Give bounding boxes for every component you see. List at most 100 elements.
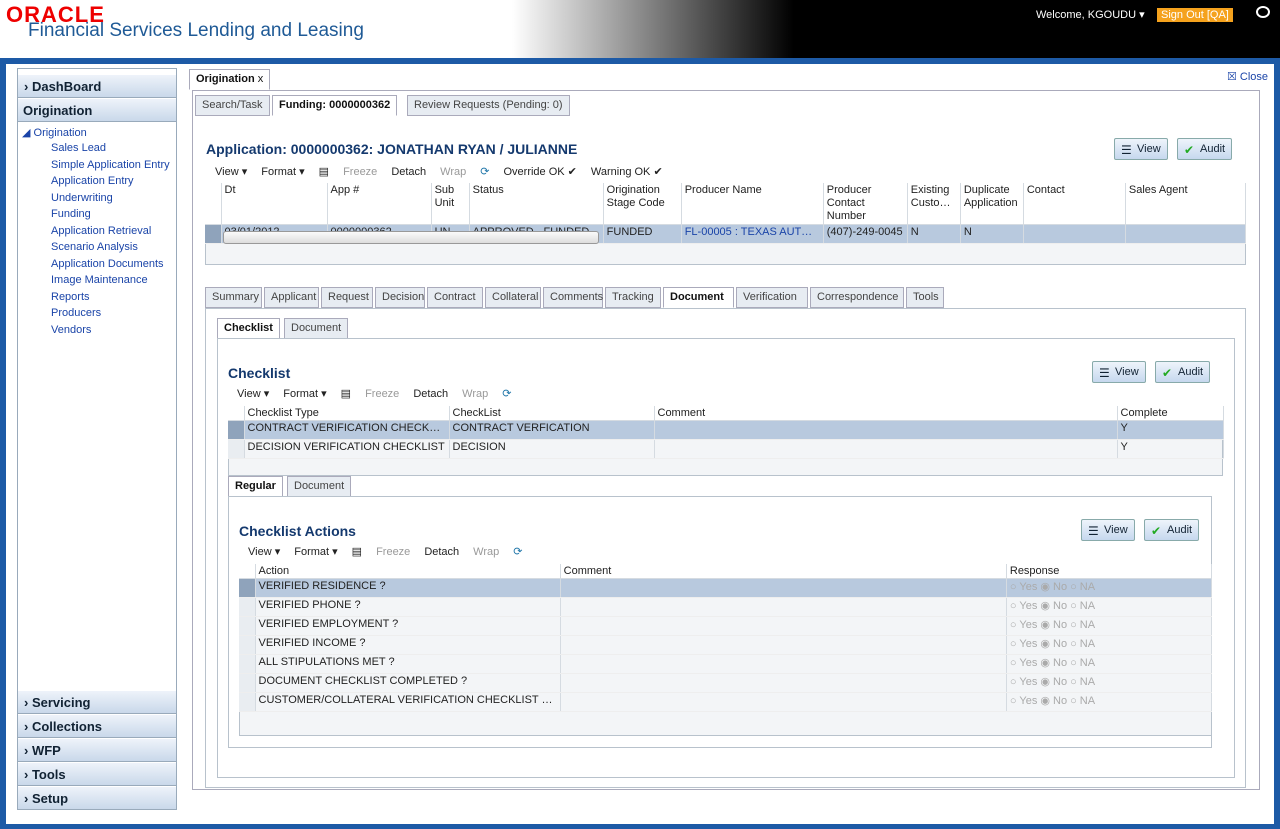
view-menu[interactable]: View ▾ xyxy=(248,546,280,558)
horizontal-scrollbar[interactable] xyxy=(223,231,599,244)
row-header[interactable] xyxy=(239,692,256,712)
column-header[interactable]: Complete xyxy=(1117,406,1224,421)
response-radio-na[interactable]: ○ NA xyxy=(1070,657,1095,669)
response-radio-na[interactable]: ○ NA xyxy=(1070,581,1095,593)
tab-applicant[interactable]: Applicant xyxy=(264,287,319,308)
row-header[interactable] xyxy=(239,654,256,674)
response-radio-yes[interactable]: ○ Yes xyxy=(1010,638,1037,650)
sidebar-section-origination[interactable]: Origination xyxy=(18,99,176,122)
sidebar-section-dashboard[interactable]: › DashBoard xyxy=(18,75,176,98)
response-radio-yes[interactable]: ○ Yes xyxy=(1010,695,1037,707)
export-icon[interactable]: ▤ xyxy=(341,388,351,400)
tree-root-origination[interactable]: ◢ Origination xyxy=(22,126,87,139)
sidebar-item-sales-lead[interactable]: Sales Lead xyxy=(51,142,106,154)
response-radio-yes[interactable]: ○ Yes xyxy=(1010,676,1037,688)
column-header[interactable]: Producer Contact Number xyxy=(823,183,908,225)
refresh-icon[interactable]: ⟳ xyxy=(502,388,511,400)
row-header[interactable] xyxy=(228,439,245,459)
column-header[interactable]: Contact xyxy=(1023,183,1126,225)
wrap-button[interactable]: Wrap xyxy=(462,388,488,400)
view-menu[interactable]: View ▾ xyxy=(237,388,269,400)
tab-contract[interactable]: Contract xyxy=(427,287,483,308)
sidebar-item-scenario-analysis[interactable]: Scenario Analysis xyxy=(51,241,138,253)
sidebar-section-tools[interactable]: › Tools xyxy=(18,763,176,786)
sidebar-item-application-retrieval[interactable]: Application Retrieval xyxy=(51,225,151,237)
format-menu[interactable]: Format ▾ xyxy=(283,388,326,400)
format-menu[interactable]: Format ▾ xyxy=(294,546,337,558)
row-header[interactable] xyxy=(239,673,256,693)
row-header[interactable] xyxy=(239,597,256,617)
tab-request[interactable]: Request xyxy=(321,287,373,308)
detach-button[interactable]: Detach xyxy=(391,166,426,178)
response-radio-no[interactable]: ◉ No xyxy=(1040,581,1067,593)
tab-funding[interactable]: Funding: 0000000362 xyxy=(272,95,398,116)
detach-button[interactable]: Detach xyxy=(424,546,459,558)
response-radio-na[interactable]: ○ NA xyxy=(1070,638,1095,650)
table-row[interactable]: ALL STIPULATIONS MET ? ○ Yes ◉ No ○ NA xyxy=(239,654,1213,674)
tab-review-requests[interactable]: Review Requests (Pending: 0) xyxy=(407,95,570,116)
sidebar-item-image-maintenance[interactable]: Image Maintenance xyxy=(51,274,148,286)
table-row[interactable]: DECISION VERIFICATION CHECKLIST DECISION Y xyxy=(228,439,1224,459)
column-header[interactable]: Checklist Type xyxy=(244,406,450,421)
tab-action-document[interactable]: Document xyxy=(287,476,352,497)
row-header[interactable] xyxy=(205,183,222,225)
freeze-button[interactable]: Freeze xyxy=(365,388,399,400)
view-menu[interactable]: View ▾ xyxy=(215,166,247,178)
column-header[interactable]: Producer Name xyxy=(681,183,824,225)
column-header[interactable]: Origination Stage Code xyxy=(603,183,682,225)
sidebar-section-wfp[interactable]: › WFP xyxy=(18,739,176,762)
response-radio-yes[interactable]: ○ Yes xyxy=(1010,657,1037,669)
tab-search-task[interactable]: Search/Task xyxy=(195,95,270,116)
column-header[interactable]: Sub Unit xyxy=(431,183,470,225)
tab-regular[interactable]: Regular xyxy=(228,476,283,497)
checklist-audit-button[interactable]: ✔ Audit xyxy=(1155,361,1211,383)
row-header[interactable] xyxy=(239,578,256,598)
tab-origination[interactable]: Origination x xyxy=(189,69,271,90)
table-row[interactable]: VERIFIED PHONE ? ○ Yes ◉ No ○ NA xyxy=(239,597,1213,617)
column-header[interactable]: Status xyxy=(469,183,604,225)
response-radio-na[interactable]: ○ NA xyxy=(1070,676,1095,688)
sidebar-item-producers[interactable]: Producers xyxy=(51,307,101,319)
audit-button[interactable]: ✔ Audit xyxy=(1177,138,1233,160)
column-header[interactable]: App # xyxy=(327,183,432,225)
response-radio-na[interactable]: ○ NA xyxy=(1070,695,1095,707)
export-icon[interactable]: ▤ xyxy=(352,546,362,558)
response-radio-no[interactable]: ◉ No xyxy=(1040,657,1067,669)
sidebar-item-application-documents[interactable]: Application Documents xyxy=(51,258,164,270)
sidebar-item-underwriting[interactable]: Underwriting xyxy=(51,192,113,204)
table-row[interactable]: DOCUMENT CHECKLIST COMPLETED ? ○ Yes ◉ No ○… xyxy=(239,673,1213,693)
tab-collateral[interactable]: Collateral xyxy=(485,287,541,308)
row-header[interactable] xyxy=(239,616,256,636)
response-radio-yes[interactable]: ○ Yes xyxy=(1010,581,1037,593)
view-button[interactable]: ☰ View xyxy=(1114,138,1168,160)
refresh-icon[interactable]: ⟳ xyxy=(513,546,522,558)
sign-out-button[interactable]: Sign Out [QA] xyxy=(1157,8,1233,22)
row-header[interactable] xyxy=(239,635,256,655)
response-radio-no[interactable]: ◉ No xyxy=(1040,600,1067,612)
format-menu[interactable]: Format ▾ xyxy=(261,166,304,178)
sidebar-section-setup[interactable]: › Setup xyxy=(18,787,176,810)
response-radio-yes[interactable]: ○ Yes xyxy=(1010,600,1037,612)
table-row[interactable]: CUSTOMER/COLLATERAL VERIFICATION CHECKLI… xyxy=(239,692,1213,712)
export-icon[interactable]: ▤ xyxy=(319,166,329,178)
response-radio-no[interactable]: ◉ No xyxy=(1040,638,1067,650)
detach-button[interactable]: Detach xyxy=(413,388,448,400)
response-radio-no[interactable]: ◉ No xyxy=(1040,619,1067,631)
column-header[interactable]: CheckList xyxy=(449,406,655,421)
sidebar-item-reports[interactable]: Reports xyxy=(51,291,90,303)
column-header[interactable]: Sales Agent xyxy=(1125,183,1247,225)
column-header[interactable]: Duplicate Application xyxy=(960,183,1024,225)
sidebar-item-application-entry[interactable]: Application Entry xyxy=(51,175,134,187)
sidebar-section-servicing[interactable]: › Servicing xyxy=(18,691,176,714)
column-header[interactable]: Comment xyxy=(654,406,1118,421)
tab-document[interactable]: Document xyxy=(663,287,734,308)
tab-tracking[interactable]: Tracking xyxy=(605,287,661,308)
column-header[interactable]: Existing Customer xyxy=(907,183,961,225)
close-button[interactable]: ☒ Close xyxy=(1227,70,1268,83)
tab-decision[interactable]: Decision xyxy=(375,287,425,308)
refresh-icon[interactable]: ⟳ xyxy=(480,166,489,178)
sidebar-item-simple-application-entry[interactable]: Simple Application Entry xyxy=(51,159,170,171)
table-row[interactable]: VERIFIED EMPLOYMENT ? ○ Yes ◉ No ○ NA xyxy=(239,616,1213,636)
row-header[interactable] xyxy=(228,420,245,440)
response-radio-no[interactable]: ◉ No xyxy=(1040,695,1067,707)
